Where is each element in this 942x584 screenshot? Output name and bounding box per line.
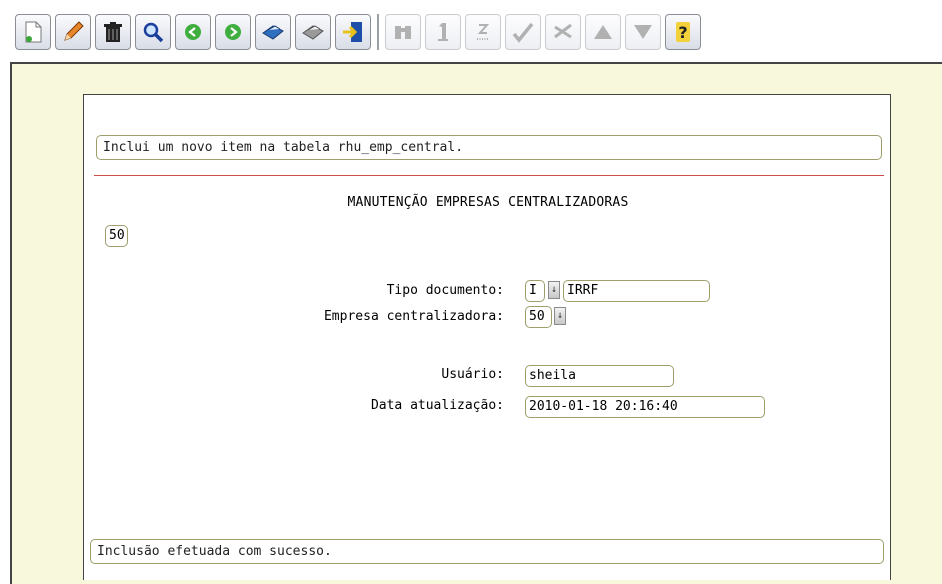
cancel-button[interactable] bbox=[545, 14, 581, 50]
trash-icon bbox=[104, 22, 122, 42]
exit-icon bbox=[343, 22, 362, 42]
tipo-documento-code-field[interactable]: I bbox=[525, 280, 545, 302]
print-icon bbox=[262, 25, 284, 40]
binoculars-icon bbox=[395, 26, 411, 39]
form-panel: Inclui um novo item na tabela rhu_emp_ce… bbox=[83, 94, 891, 580]
next-button[interactable] bbox=[215, 14, 251, 50]
printer-button[interactable] bbox=[295, 14, 331, 50]
confirm-button[interactable] bbox=[505, 14, 541, 50]
usuario-label: Usuário: bbox=[441, 367, 504, 382]
divider-line bbox=[94, 175, 884, 176]
toolbar-separator bbox=[377, 14, 379, 50]
up-icon bbox=[594, 25, 612, 39]
last-button[interactable] bbox=[465, 14, 501, 50]
search-button[interactable] bbox=[135, 14, 171, 50]
find-button[interactable] bbox=[385, 14, 421, 50]
arrow-down-icon: ↓ bbox=[550, 284, 558, 295]
svg-text:?: ? bbox=[678, 23, 687, 42]
data-atualizacao-field: 2010-01-18 20:16:40 bbox=[525, 396, 765, 418]
edit-icon bbox=[64, 21, 84, 41]
list-button[interactable] bbox=[255, 14, 291, 50]
status-message: Inclusão efetuada com sucesso. bbox=[90, 539, 884, 564]
new-button[interactable] bbox=[15, 14, 51, 50]
empresa-centralizadora-field[interactable]: 50 bbox=[525, 306, 552, 328]
previous-icon bbox=[185, 24, 201, 40]
printer-icon bbox=[302, 25, 324, 40]
confirm-icon bbox=[512, 22, 534, 43]
previous-button[interactable] bbox=[175, 14, 211, 50]
tipo-documento-label: Tipo documento: bbox=[386, 283, 504, 298]
cancel-icon bbox=[554, 23, 572, 39]
arrow-down-icon: ↓ bbox=[556, 310, 564, 321]
usuario-field: sheila bbox=[525, 365, 674, 387]
tipo-documento-description-field: IRRF bbox=[563, 280, 710, 302]
last-icon bbox=[477, 24, 490, 40]
page-title: MANUTENÇÃO EMPRESAS CENTRALIZADORAS bbox=[347, 195, 629, 210]
first-icon bbox=[438, 23, 448, 41]
empresa-centralizadora-label: Empresa centralizadora: bbox=[323, 309, 504, 324]
delete-button[interactable] bbox=[95, 14, 131, 50]
first-button[interactable] bbox=[425, 14, 461, 50]
down-button[interactable] bbox=[625, 14, 661, 50]
edit-button[interactable] bbox=[55, 14, 91, 50]
search-icon bbox=[143, 22, 164, 43]
main-frame: Inclui um novo item na tabela rhu_emp_ce… bbox=[10, 62, 942, 584]
exit-button[interactable] bbox=[335, 14, 371, 50]
help-text: Inclui um novo item na tabela rhu_emp_ce… bbox=[96, 135, 882, 160]
toolbar: ? bbox=[0, 0, 942, 62]
empresa-centralizadora-zoom-button[interactable]: ↓ bbox=[554, 307, 566, 325]
help-icon: ? bbox=[676, 22, 690, 42]
down-icon bbox=[634, 25, 652, 39]
help-button[interactable]: ? bbox=[665, 14, 701, 50]
company-code-field[interactable]: 50 bbox=[105, 225, 128, 247]
next-icon bbox=[225, 24, 241, 40]
data-atualizacao-label: Data atualização: bbox=[370, 398, 504, 413]
tipo-documento-zoom-button[interactable]: ↓ bbox=[548, 281, 560, 299]
new-icon bbox=[25, 21, 42, 43]
up-button[interactable] bbox=[585, 14, 621, 50]
